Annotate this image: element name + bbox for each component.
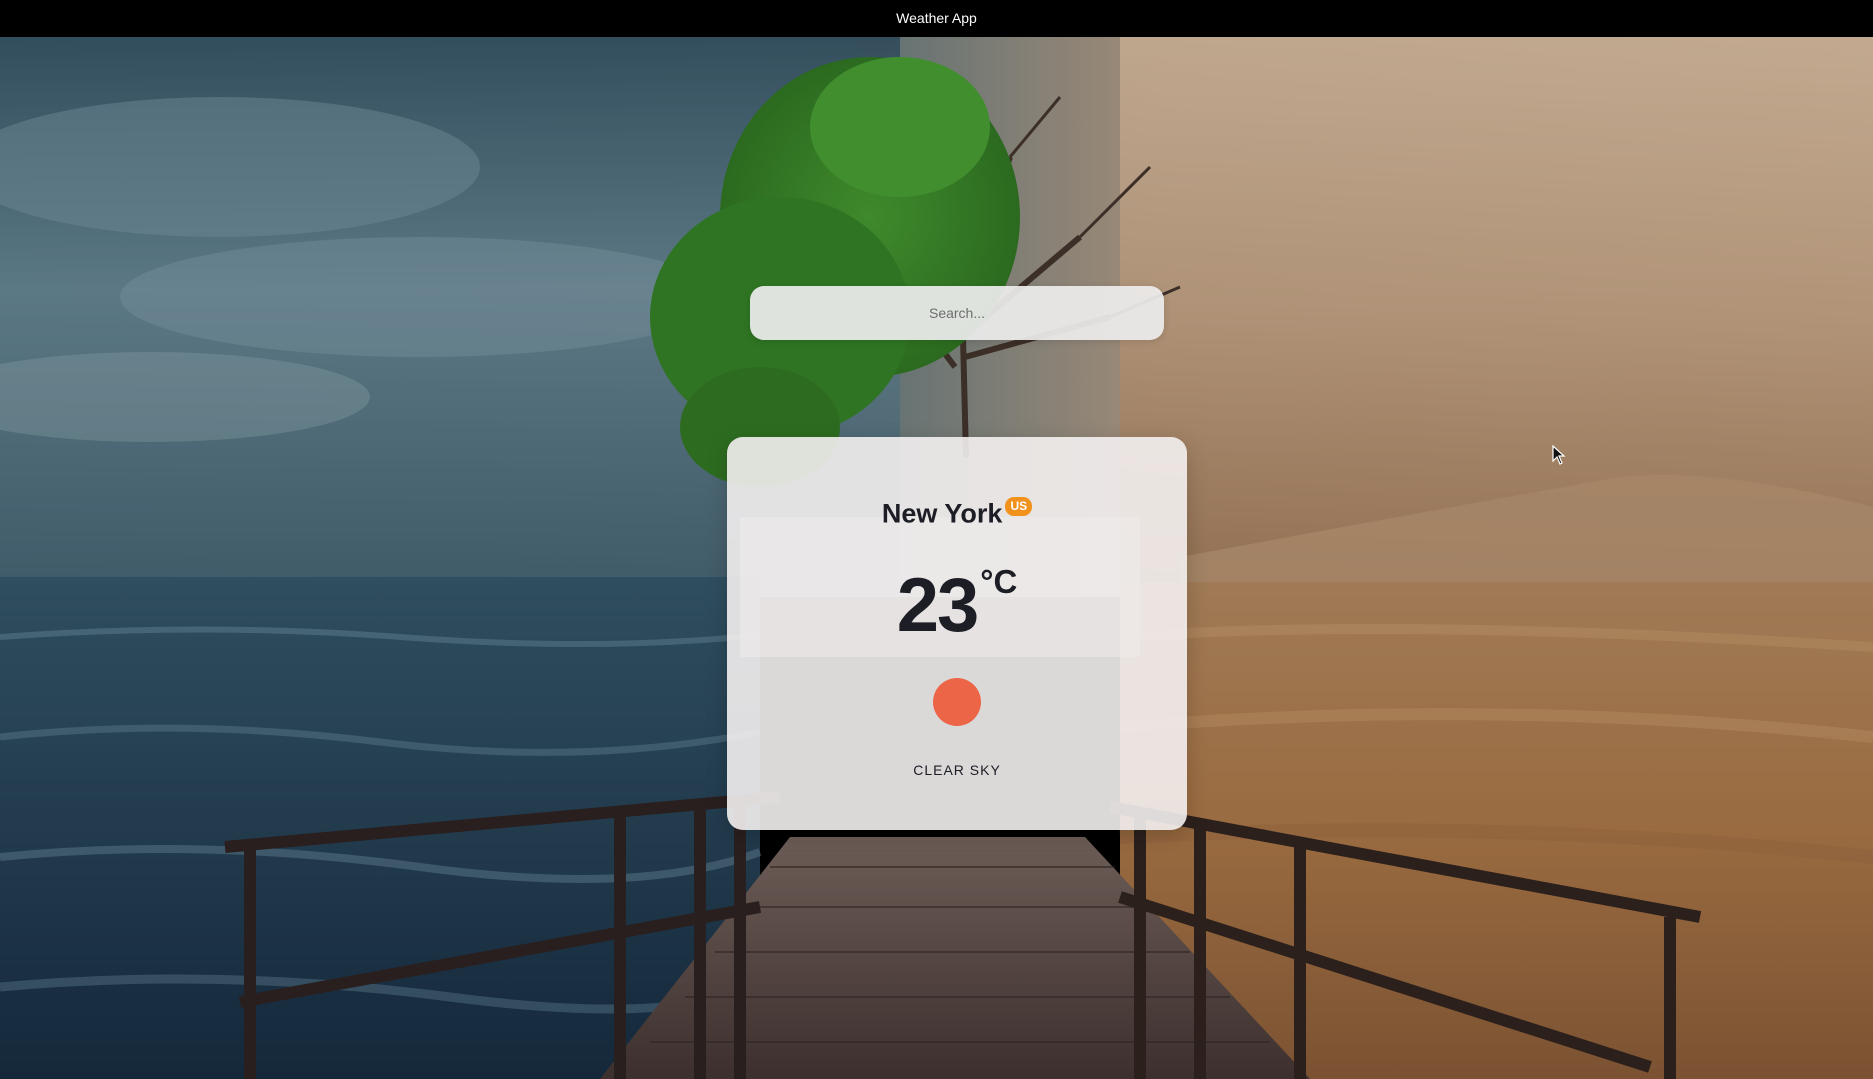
search-input[interactable]: [750, 286, 1164, 340]
sun-icon: [933, 678, 981, 726]
window-title: Weather App: [0, 0, 1873, 37]
location-row: New York US: [727, 497, 1187, 529]
weather-description: CLEAR SKY: [913, 762, 1001, 778]
mouse-cursor-icon: [1552, 444, 1566, 470]
weather-card: New York US 23°C CLEAR SKY: [727, 437, 1187, 830]
temperature-value: 23: [896, 563, 980, 648]
country-badge: US: [1005, 497, 1033, 516]
temperature-unit: °C: [980, 563, 1018, 600]
temperature-row: 23°C: [727, 562, 1187, 649]
city-name: New York: [881, 498, 1003, 529]
